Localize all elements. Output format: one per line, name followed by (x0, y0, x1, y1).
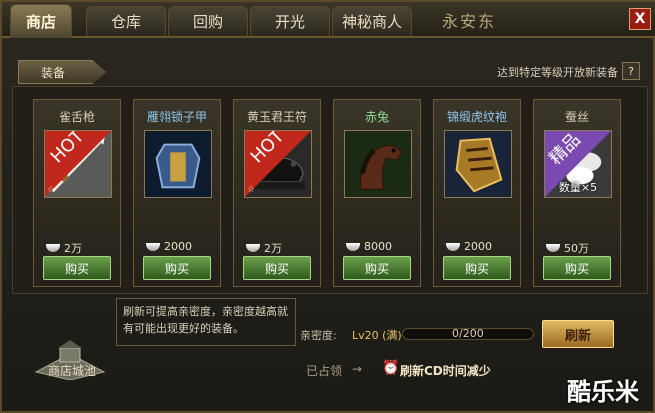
item-price: 2000 (146, 240, 192, 253)
item-name: 雀舌枪 (58, 110, 95, 124)
item-price: 50万 (546, 240, 589, 256)
item-price: 2万 (46, 240, 82, 256)
buy-button[interactable]: 购买 (443, 256, 511, 280)
item-quantity: 数量×5 (558, 181, 598, 194)
watermark: 酷乐米 (567, 378, 639, 406)
shop-city-label: 商店城池 (48, 364, 97, 378)
alarm-clock-icon: ⏰ (382, 360, 400, 376)
silver-ingot-icon (346, 242, 360, 251)
refresh-button[interactable]: 刷新 (542, 320, 614, 348)
item-name: 锦缎虎纹袍 (446, 110, 507, 124)
silver-ingot-icon (246, 244, 260, 252)
item-name: 黄玉君王符 (246, 110, 307, 124)
red-hare-horse-icon[interactable] (344, 130, 412, 198)
intimacy-level: Lv20 (满) (352, 329, 402, 342)
buy-button[interactable]: 购买 (543, 256, 611, 280)
help-button[interactable]: ? (622, 62, 640, 80)
item-price: 2000 (446, 240, 492, 253)
jade-tiger-tally-icon[interactable]: HOT ☆ (244, 130, 312, 198)
silver-ingot-icon (446, 242, 460, 251)
arrow-icon: → (352, 362, 363, 376)
item-card: 黄玉君王符 HOT ☆ 2万 购买 (233, 99, 321, 287)
tab-mystery-merchant[interactable]: 神秘商人 (332, 6, 412, 36)
refresh-cd-bonus: 刷新CD时间减少 (400, 364, 491, 378)
tab-shop[interactable]: 商店 (10, 4, 72, 38)
spear-icon[interactable]: HOT ☆ (44, 130, 112, 198)
buy-button[interactable]: 购买 (243, 256, 311, 280)
brand-title: 永安东 (442, 12, 497, 31)
tiger-pattern-robe-icon[interactable] (444, 130, 512, 198)
item-card: 蚕丝 精品 数量×5 50万 购买 (533, 99, 621, 287)
unlock-notice: 达到特定等级开放新装备 (497, 66, 618, 79)
item-price: 8000 (346, 240, 392, 253)
refresh-tooltip: 刷新可提高亲密度，亲密度越高就有可能出现更好的装备。 (116, 298, 296, 346)
item-name: 雁翎锁子甲 (146, 110, 207, 124)
item-name: 蚕丝 (564, 110, 589, 124)
silk-cocoon-icon[interactable]: 精品 数量×5 (544, 130, 612, 198)
silver-ingot-icon (46, 244, 60, 252)
item-card: 雁翎锁子甲 2000 购买 (133, 99, 221, 287)
buy-button[interactable]: 购买 (343, 256, 411, 280)
item-card: 雀舌枪 HOT ☆ 2万 购买 (33, 99, 121, 287)
occupied-label: 已占领 (306, 364, 343, 378)
shop-window: 商店 仓库 回购 开光 神秘商人 永安东 X 装备 达到特定等级开放新装备 ? … (0, 0, 655, 413)
silver-ingot-icon (546, 244, 560, 252)
chainmail-armor-icon[interactable] (144, 130, 212, 198)
category-tab-equipment[interactable]: 装备 (18, 60, 106, 84)
star-icon: ☆ (247, 185, 256, 195)
item-price: 2万 (246, 240, 282, 256)
buy-button[interactable]: 购买 (43, 256, 111, 280)
item-name: 赤兔 (364, 110, 389, 124)
silver-ingot-icon (146, 242, 160, 251)
sub-header: 装备 达到特定等级开放新装备 ? (14, 60, 644, 84)
buy-button[interactable]: 购买 (143, 256, 211, 280)
item-card: 锦缎虎纹袍 2000 购买 (433, 99, 521, 287)
tab-bar: 商店 仓库 回购 开光 神秘商人 永安东 X (2, 2, 655, 38)
star-icon: ☆ (47, 185, 56, 195)
tab-warehouse[interactable]: 仓库 (86, 6, 166, 36)
tab-buyback[interactable]: 回购 (168, 6, 248, 36)
tab-consecrate[interactable]: 开光 (250, 6, 330, 36)
intimacy-label: 亲密度: (300, 329, 337, 342)
close-button[interactable]: X (629, 8, 651, 30)
item-card: 赤兔 8000 购买 (333, 99, 421, 287)
intimacy-progress-text: 0/200 (452, 327, 484, 340)
item-grid: 雀舌枪 HOT ☆ 2万 购买 雁翎锁子甲 2000 购买 黄玉君王符 HOT (12, 86, 648, 294)
